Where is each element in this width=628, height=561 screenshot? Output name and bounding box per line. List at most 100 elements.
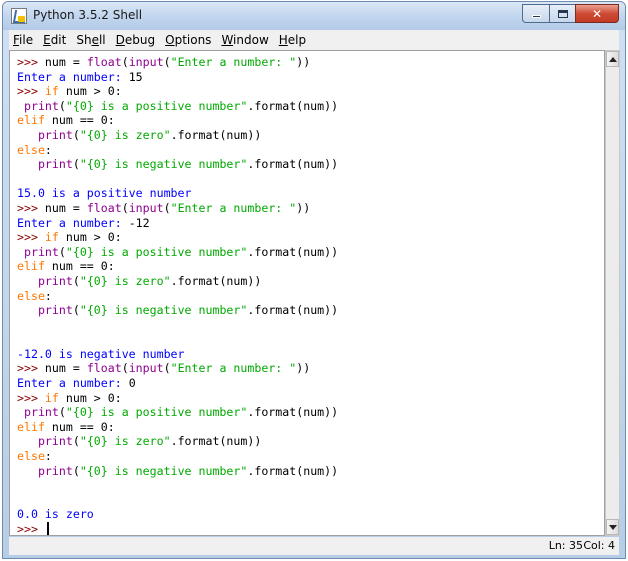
menu-options[interactable]: Options: [160, 30, 216, 50]
code-token: 15: [128, 69, 143, 84]
code-token: print: [37, 157, 73, 172]
menu-bar: File Edit Shell Debug Options Window Hel…: [9, 30, 619, 50]
code-token: .format(num)): [170, 434, 262, 449]
code-token: )): [296, 55, 311, 69]
code-token: -12: [128, 215, 150, 230]
code-token: >>>: [17, 200, 45, 215]
shell-line: print("{0} is zero".format(num)): [17, 274, 338, 289]
idle-shell-window: Python 3.5.2 Shell ✕ File Edit Shell Deb…: [2, 1, 626, 559]
code-token: else: [17, 449, 45, 464]
code-token: (: [72, 127, 80, 142]
shell-line: -12.0 is negative number: [17, 347, 338, 362]
menu-mnemonic: W: [221, 33, 234, 47]
code-token: "Enter a number: ": [170, 55, 297, 69]
code-token: (: [72, 463, 80, 478]
shell-line: >>> num = float(input("Enter a number: "…: [17, 361, 338, 376]
code-token: >>>: [17, 230, 45, 245]
code-token: )): [296, 361, 311, 376]
code-token: 0.0 is zero: [17, 507, 94, 522]
menu-mnemonic: D: [115, 33, 125, 47]
maximize-icon: [557, 9, 568, 18]
menu-edit[interactable]: Edit: [38, 30, 71, 50]
shell-line: print("{0} is negative number".format(nu…: [17, 157, 338, 172]
shell-line: >>> num = float(input("Enter a number: "…: [17, 201, 338, 216]
shell-line: >>> if num > 0:: [17, 230, 338, 245]
code-token: (: [121, 55, 129, 69]
title-bar[interactable]: Python 3.5.2 Shell ✕: [3, 2, 625, 30]
menu-mnemonic: O: [165, 33, 175, 47]
code-token: else: [17, 288, 45, 303]
code-token: "{0} is zero": [79, 434, 171, 449]
window-controls: ✕: [522, 4, 619, 24]
shell-line: print("{0} is a positive number".format(…: [17, 99, 338, 114]
code-token: Enter a number:: [17, 215, 129, 230]
scroll-up-button[interactable]: [606, 51, 619, 67]
code-token: num == 0:: [44, 419, 115, 434]
shell-line: >>> if num > 0:: [17, 391, 338, 406]
menu-mnemonic: F: [13, 33, 20, 47]
minimize-button[interactable]: [522, 4, 549, 23]
code-token: num =: [44, 200, 87, 215]
shell-text-area[interactable]: >>> num = float(input("Enter a number: "…: [9, 50, 605, 536]
code-token: num == 0:: [44, 259, 115, 274]
status-column-number: Col: 4: [583, 539, 615, 552]
close-button[interactable]: ✕: [575, 4, 619, 23]
code-token: "{0} is negative number": [79, 303, 248, 318]
code-token: (: [121, 361, 129, 376]
menu-mnemonic: E: [43, 33, 51, 47]
code-token: (: [163, 55, 171, 69]
code-token: .format(num)): [247, 405, 339, 420]
code-token: >>>: [17, 84, 45, 99]
code-token: (: [72, 157, 80, 172]
code-token: input: [128, 361, 164, 376]
code-token: (: [72, 434, 80, 449]
code-token: else: [17, 142, 45, 157]
close-icon: ✕: [591, 6, 603, 21]
maximize-button[interactable]: [549, 4, 575, 23]
code-token: (: [72, 273, 80, 288]
code-token: .format(num)): [247, 463, 339, 478]
menu-window[interactable]: Window: [216, 30, 273, 50]
scroll-down-button[interactable]: [606, 519, 619, 535]
shell-output: >>> num = float(input("Enter a number: "…: [17, 55, 339, 536]
code-token: elif: [17, 259, 45, 274]
code-token: :: [44, 449, 52, 464]
window-title: Python 3.5.2 Shell: [33, 8, 143, 22]
code-token: 15.0 is a positive number: [17, 186, 192, 201]
shell-line: 0.0 is zero: [17, 507, 338, 522]
code-token: (: [163, 361, 171, 376]
code-token: if: [44, 84, 59, 99]
code-token: if: [44, 390, 59, 405]
shell-line: 15.0 is a positive number: [17, 186, 338, 201]
shell-line: elif num == 0:: [17, 113, 338, 128]
menu-shell[interactable]: Shell: [71, 30, 110, 50]
menu-help[interactable]: Help: [274, 30, 311, 50]
status-bar: Ln: 35 Col: 4: [9, 537, 619, 555]
code-token: "{0} is a positive number": [65, 98, 248, 113]
code-token: >>>: [17, 361, 45, 376]
code-token: print: [37, 273, 73, 288]
idle-app-icon: [11, 8, 27, 24]
arrow-up-icon: [608, 56, 617, 62]
code-token: .format(num)): [170, 127, 262, 142]
code-token: num > 0:: [58, 230, 122, 245]
code-token: >>>: [17, 522, 45, 536]
shell-line: >>> num = float(input("Enter a number: "…: [17, 55, 338, 70]
code-token: .format(num)): [247, 98, 339, 113]
code-token: "{0} is a positive number": [65, 405, 248, 420]
vertical-scrollbar[interactable]: [605, 50, 620, 536]
code-token: elif: [17, 419, 45, 434]
menu-file[interactable]: File: [9, 30, 38, 50]
code-token: -12.0 is negative number: [17, 346, 185, 361]
shell-line: Enter a number: 15: [17, 70, 338, 85]
code-token: input: [128, 55, 164, 69]
shell-line: print("{0} is negative number".format(nu…: [17, 464, 338, 479]
code-token: input: [128, 200, 164, 215]
menu-debug[interactable]: Debug: [111, 30, 160, 50]
